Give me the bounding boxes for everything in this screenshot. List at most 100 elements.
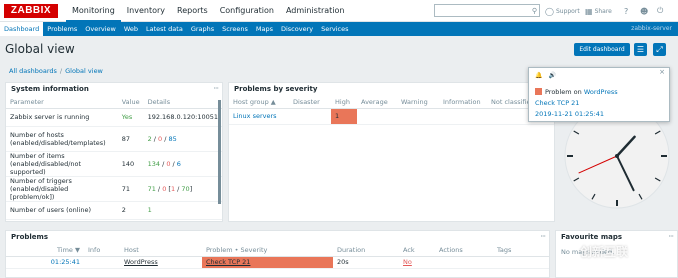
details-cell: 71 / 0 [1 / 70] — [143, 176, 222, 202]
value-cell: 87 — [117, 126, 144, 152]
param-cell: Number of items (enabled/disabled/not su… — [6, 151, 118, 177]
subnav-overview[interactable]: Overview — [81, 22, 120, 36]
help-icon: ? — [624, 6, 629, 16]
menu-icon: ☰ — [636, 45, 645, 54]
subnav-graphs[interactable]: Graphs — [187, 22, 218, 36]
column-header: Info — [84, 244, 120, 257]
user-profile-button[interactable]: ☻ — [640, 5, 648, 17]
fullscreen-icon: ⤢ — [656, 45, 663, 54]
param-cell: Number of users (online) — [6, 201, 118, 220]
top-header: ZABBIX Monitoring Inventory Reports Conf… — [0, 0, 678, 22]
information-cell — [439, 108, 487, 125]
time-link[interactable]: 01:25:41 — [6, 256, 84, 269]
column-header: Parameter — [6, 96, 118, 109]
problem-cell[interactable]: Check TCP 21 — [202, 256, 333, 269]
table-row: Number of users (online) 2 1 — [6, 201, 222, 220]
server-name: zabbix-server — [631, 25, 672, 32]
notification-host-link[interactable]: WordPress — [584, 88, 618, 96]
breadcrumb-separator: / — [59, 67, 63, 75]
nav-administration[interactable]: Administration — [280, 0, 351, 22]
table-row: Number of hosts (enabled/disabled/templa… — [6, 126, 222, 152]
subnav-web[interactable]: Web — [120, 22, 142, 36]
power-icon: ⏻ — [657, 6, 664, 15]
nav-monitoring[interactable]: Monitoring — [66, 0, 121, 22]
problems-table: Time ▼ Info Host Problem • Severity Dura… — [6, 244, 549, 269]
subnav-maps[interactable]: Maps — [252, 22, 277, 36]
disaster-cell — [289, 108, 331, 125]
sub-nav: Dashboard Problems Overview Web Latest d… — [0, 22, 678, 36]
problems-widget: Problems ··· Time ▼ Info Host Problem • … — [5, 230, 550, 278]
param-cell: Zabbix server is running — [6, 108, 118, 127]
fullscreen-button[interactable]: ⤢ — [653, 43, 666, 56]
severity-table: Host group ▲ Disaster High Average Warni… — [229, 96, 554, 125]
notification-problem-link[interactable]: Check TCP 21 — [535, 99, 579, 107]
details-cell: 2 / 0 / 85 — [143, 126, 222, 152]
main-nav: Monitoring Inventory Reports Configurati… — [66, 0, 351, 22]
nav-reports[interactable]: Reports — [171, 0, 214, 22]
snooze-icon[interactable]: 🔔 — [535, 72, 542, 79]
notification-time-link[interactable]: 2019-11-21 01:25:41 — [535, 110, 604, 118]
sound-icon[interactable]: 🔊 — [548, 72, 555, 79]
breadcrumb: All dashboards / Global view — [9, 67, 103, 75]
column-header: Problem • Severity — [202, 244, 333, 257]
search-icon[interactable]: ⚲ — [532, 6, 537, 17]
edit-dashboard-button[interactable]: Edit dashboard — [574, 43, 630, 56]
notification-controls: 🔔 🔊 — [535, 72, 556, 79]
scrollbar[interactable] — [218, 100, 221, 204]
notification-body: Problem on WordPress Check TCP 21 2019-1… — [535, 88, 618, 118]
column-header-time[interactable]: Time ▼ — [6, 244, 84, 257]
share-icon: ▦ — [585, 6, 593, 16]
column-header: Ack — [399, 244, 435, 257]
subnav-latest-data[interactable]: Latest data — [142, 22, 187, 36]
menu-button[interactable]: ☰ — [634, 43, 647, 56]
nav-configuration[interactable]: Configuration — [214, 0, 280, 22]
subnav-dashboard[interactable]: Dashboard — [0, 22, 44, 36]
widget-menu-icon[interactable]: ··· — [213, 84, 219, 93]
breadcrumb-all-dashboards[interactable]: All dashboards — [9, 67, 57, 75]
info-cell — [84, 256, 120, 269]
table-row: Number of items (enabled/disabled/not su… — [6, 151, 222, 177]
value-cell: 2 — [117, 201, 144, 220]
widget-menu-icon[interactable]: ··· — [540, 232, 546, 241]
column-header: Duration — [333, 244, 399, 257]
support-icon: ◯ — [545, 6, 554, 16]
user-icon: ☻ — [640, 6, 649, 16]
support-link[interactable]: ◯ Support — [545, 5, 580, 17]
search-input[interactable]: ⚲ — [434, 4, 540, 17]
system-information-widget: System information ··· Parameter Value D… — [5, 82, 223, 222]
value-cell: 140 — [117, 151, 144, 177]
breadcrumb-global-view[interactable]: Global view — [65, 67, 103, 75]
nav-inventory[interactable]: Inventory — [121, 0, 171, 22]
column-header-host-group[interactable]: Host group ▲ — [229, 96, 289, 109]
subnav-discovery[interactable]: Discovery — [277, 22, 317, 36]
column-header: Actions — [435, 244, 493, 257]
close-icon[interactable]: × — [659, 68, 665, 76]
column-header: Warning — [397, 96, 439, 109]
host-group-link[interactable]: Linux servers — [229, 108, 289, 125]
help-button[interactable]: ? — [624, 5, 628, 17]
host-cell[interactable]: WordPress — [120, 256, 202, 269]
subnav-services[interactable]: Services — [317, 22, 352, 36]
average-cell — [357, 108, 397, 125]
widget-menu-icon[interactable]: ··· — [668, 232, 674, 241]
logout-button[interactable]: ⏻ — [657, 5, 663, 17]
actions-cell — [435, 256, 493, 269]
table-row: Linux servers 1 — [229, 108, 554, 125]
column-header: High — [331, 96, 357, 109]
param-cell: Number of hosts (enabled/disabled/templa… — [6, 126, 118, 152]
ack-link[interactable]: No — [399, 256, 435, 269]
warning-cell — [397, 108, 439, 125]
details-cell: 192.168.0.120:10051 — [143, 108, 222, 127]
column-header: Host — [120, 244, 202, 257]
subnav-screens[interactable]: Screens — [218, 22, 252, 36]
value-cell: Yes — [117, 108, 144, 127]
column-header: Information — [439, 96, 487, 109]
severity-square-icon — [535, 88, 542, 95]
share-link[interactable]: ▦ Share — [585, 5, 612, 17]
widget-title: Problems — [11, 233, 49, 241]
zabbix-logo[interactable]: ZABBIX — [4, 4, 58, 18]
high-count-cell[interactable]: 1 — [331, 108, 357, 125]
problems-by-severity-widget: Problems by severity ··· Host group ▲ Di… — [228, 82, 555, 222]
system-info-table: Parameter Value Details Zabbix server is… — [6, 96, 222, 220]
subnav-problems[interactable]: Problems — [43, 22, 81, 36]
